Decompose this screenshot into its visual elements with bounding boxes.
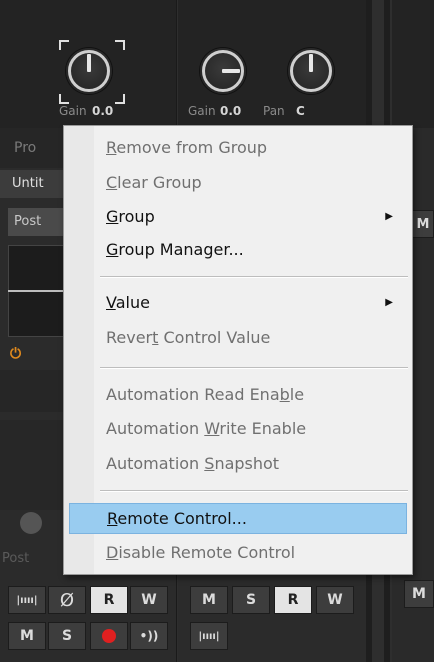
menu-text-key: R — [106, 138, 117, 157]
menu-text-key: V — [106, 293, 116, 312]
menu-text-post: emove from Group — [116, 138, 268, 157]
mute-button-3-bottom[interactable]: M — [404, 580, 434, 608]
menu-text-post: alue — [115, 293, 150, 312]
solo-button-2[interactable]: S — [232, 586, 270, 614]
menu-item-value[interactable]: Value ▶ — [69, 287, 407, 318]
gain-knob-2-indicator — [222, 69, 240, 73]
gain-knob-2[interactable] — [200, 48, 246, 94]
mute-button-1[interactable]: M — [8, 622, 46, 650]
menu-text-post: lear Group — [117, 173, 202, 192]
read-label-1: R — [103, 592, 115, 608]
mute-label-2: M — [202, 592, 216, 608]
menu-separator-3 — [100, 490, 408, 492]
menu-text-post: roup Manager... — [118, 240, 244, 259]
mute-button-3-partial[interactable]: M — [412, 210, 434, 238]
wave-icon: |ıııı| — [16, 594, 38, 606]
menu-text-post: napshot — [214, 454, 280, 473]
record-icon — [102, 629, 116, 643]
menu-text-key: G — [106, 207, 119, 226]
pan-value: C — [296, 104, 305, 118]
gain-value-2: 0.0 — [220, 104, 242, 118]
strip3-knob-area — [392, 0, 434, 128]
menu-separator-1 — [100, 276, 408, 278]
write-button-1[interactable]: W — [130, 586, 168, 614]
menu-item-automation-write-enable[interactable]: Automation Write Enable — [69, 413, 407, 444]
gain-knob-1-indicator — [87, 54, 91, 72]
menu-text-post: le — [289, 385, 305, 404]
menu-text-pre: Automation Read Ena — [106, 385, 280, 404]
track-name: Untit — [12, 176, 44, 191]
mute-label-3-bottom: M — [412, 586, 426, 602]
read-label-2: R — [287, 592, 299, 608]
selection-bracket-br — [115, 94, 125, 104]
menu-item-disable-remote-control[interactable]: Disable Remote Control — [69, 537, 407, 568]
read-button-2[interactable]: R — [274, 586, 312, 614]
menu-text-key: G — [106, 240, 119, 259]
menu-item-automation-snapshot[interactable]: Automation Snapshot — [69, 448, 407, 479]
menu-item-group[interactable]: Group ▶ — [69, 201, 407, 232]
menu-text-pre: Rever — [106, 328, 153, 347]
menu-text-post: Control Value — [158, 328, 271, 347]
selection-bracket-tl — [59, 40, 69, 50]
speaker-icon: •)) — [139, 629, 159, 643]
mute-button-2[interactable]: M — [190, 586, 228, 614]
menu-text-key: b — [279, 385, 290, 404]
write-label-1: W — [141, 592, 157, 608]
phase-invert-button[interactable]: Ø — [48, 586, 86, 614]
solo-label-2: S — [245, 592, 257, 608]
menu-item-automation-read-enable[interactable]: Automation Read Enable — [69, 379, 407, 410]
gain-knob-1[interactable] — [66, 48, 112, 94]
pan-knob-indicator — [309, 54, 313, 72]
menu-text-key: D — [106, 543, 119, 562]
selection-bracket-bl — [59, 94, 69, 104]
post-label-2: Post — [2, 551, 30, 566]
monitor-button[interactable]: •)) — [130, 622, 168, 650]
submenu-arrow-icon: ▶ — [385, 211, 393, 222]
selection-bracket-tr — [115, 40, 125, 50]
menu-text-key: C — [106, 173, 118, 192]
gain-value-1: 0.0 — [92, 104, 114, 118]
pan-knob[interactable] — [288, 48, 334, 94]
write-label-2: W — [327, 592, 343, 608]
read-button-1[interactable]: R — [90, 586, 128, 614]
send-knob[interactable] — [20, 512, 42, 534]
menu-text-key: W — [204, 419, 220, 438]
menu-text-pre: Automation — [106, 419, 205, 438]
menu-item-remote-control[interactable]: Remote Control... — [69, 503, 407, 534]
input-monitor-button-2[interactable]: |ıııı| — [190, 622, 228, 650]
write-button-2[interactable]: W — [316, 586, 354, 614]
eq-curve — [8, 290, 63, 292]
solo-label-1: S — [61, 628, 73, 644]
menu-item-remove-from-group[interactable]: Remove from Group — [69, 132, 407, 163]
menu-item-group-manager[interactable]: Group Manager... — [69, 234, 407, 265]
menu-item-revert-control-value[interactable]: Revert Control Value — [69, 322, 407, 353]
mute-label-3: M — [416, 216, 430, 232]
menu-separator-2 — [100, 367, 408, 369]
phase-label: Ø — [59, 589, 75, 611]
menu-text-key: R — [107, 509, 118, 528]
processor-label: Pro — [14, 140, 37, 156]
menu-text-post: rite Enable — [219, 419, 307, 438]
menu-text-pre: Automation — [106, 454, 205, 473]
submenu-arrow-icon: ▶ — [385, 297, 393, 308]
mute-label-1: M — [20, 628, 34, 644]
wave-icon-2: |ıııı| — [198, 630, 220, 642]
menu-text-post: roup — [118, 207, 155, 226]
menu-text-key: S — [204, 454, 215, 473]
gain-label-2: Gain — [188, 104, 216, 118]
menu-item-clear-group[interactable]: Clear Group — [69, 167, 407, 198]
input-monitor-button[interactable]: |ıııı| — [8, 586, 46, 614]
pan-label: Pan — [263, 104, 285, 118]
menu-text-post: emote Control... — [117, 509, 247, 528]
power-icon-1[interactable]: ⏻ — [10, 346, 21, 362]
record-arm-button[interactable] — [90, 622, 128, 650]
solo-button-1[interactable]: S — [48, 622, 86, 650]
post-label: Post — [14, 214, 42, 229]
context-menu: Remove from Group Clear Group Group ▶ Gr… — [63, 125, 413, 575]
menu-text-post: isable Remote Control — [118, 543, 296, 562]
gain-label-1: Gain — [59, 104, 87, 118]
